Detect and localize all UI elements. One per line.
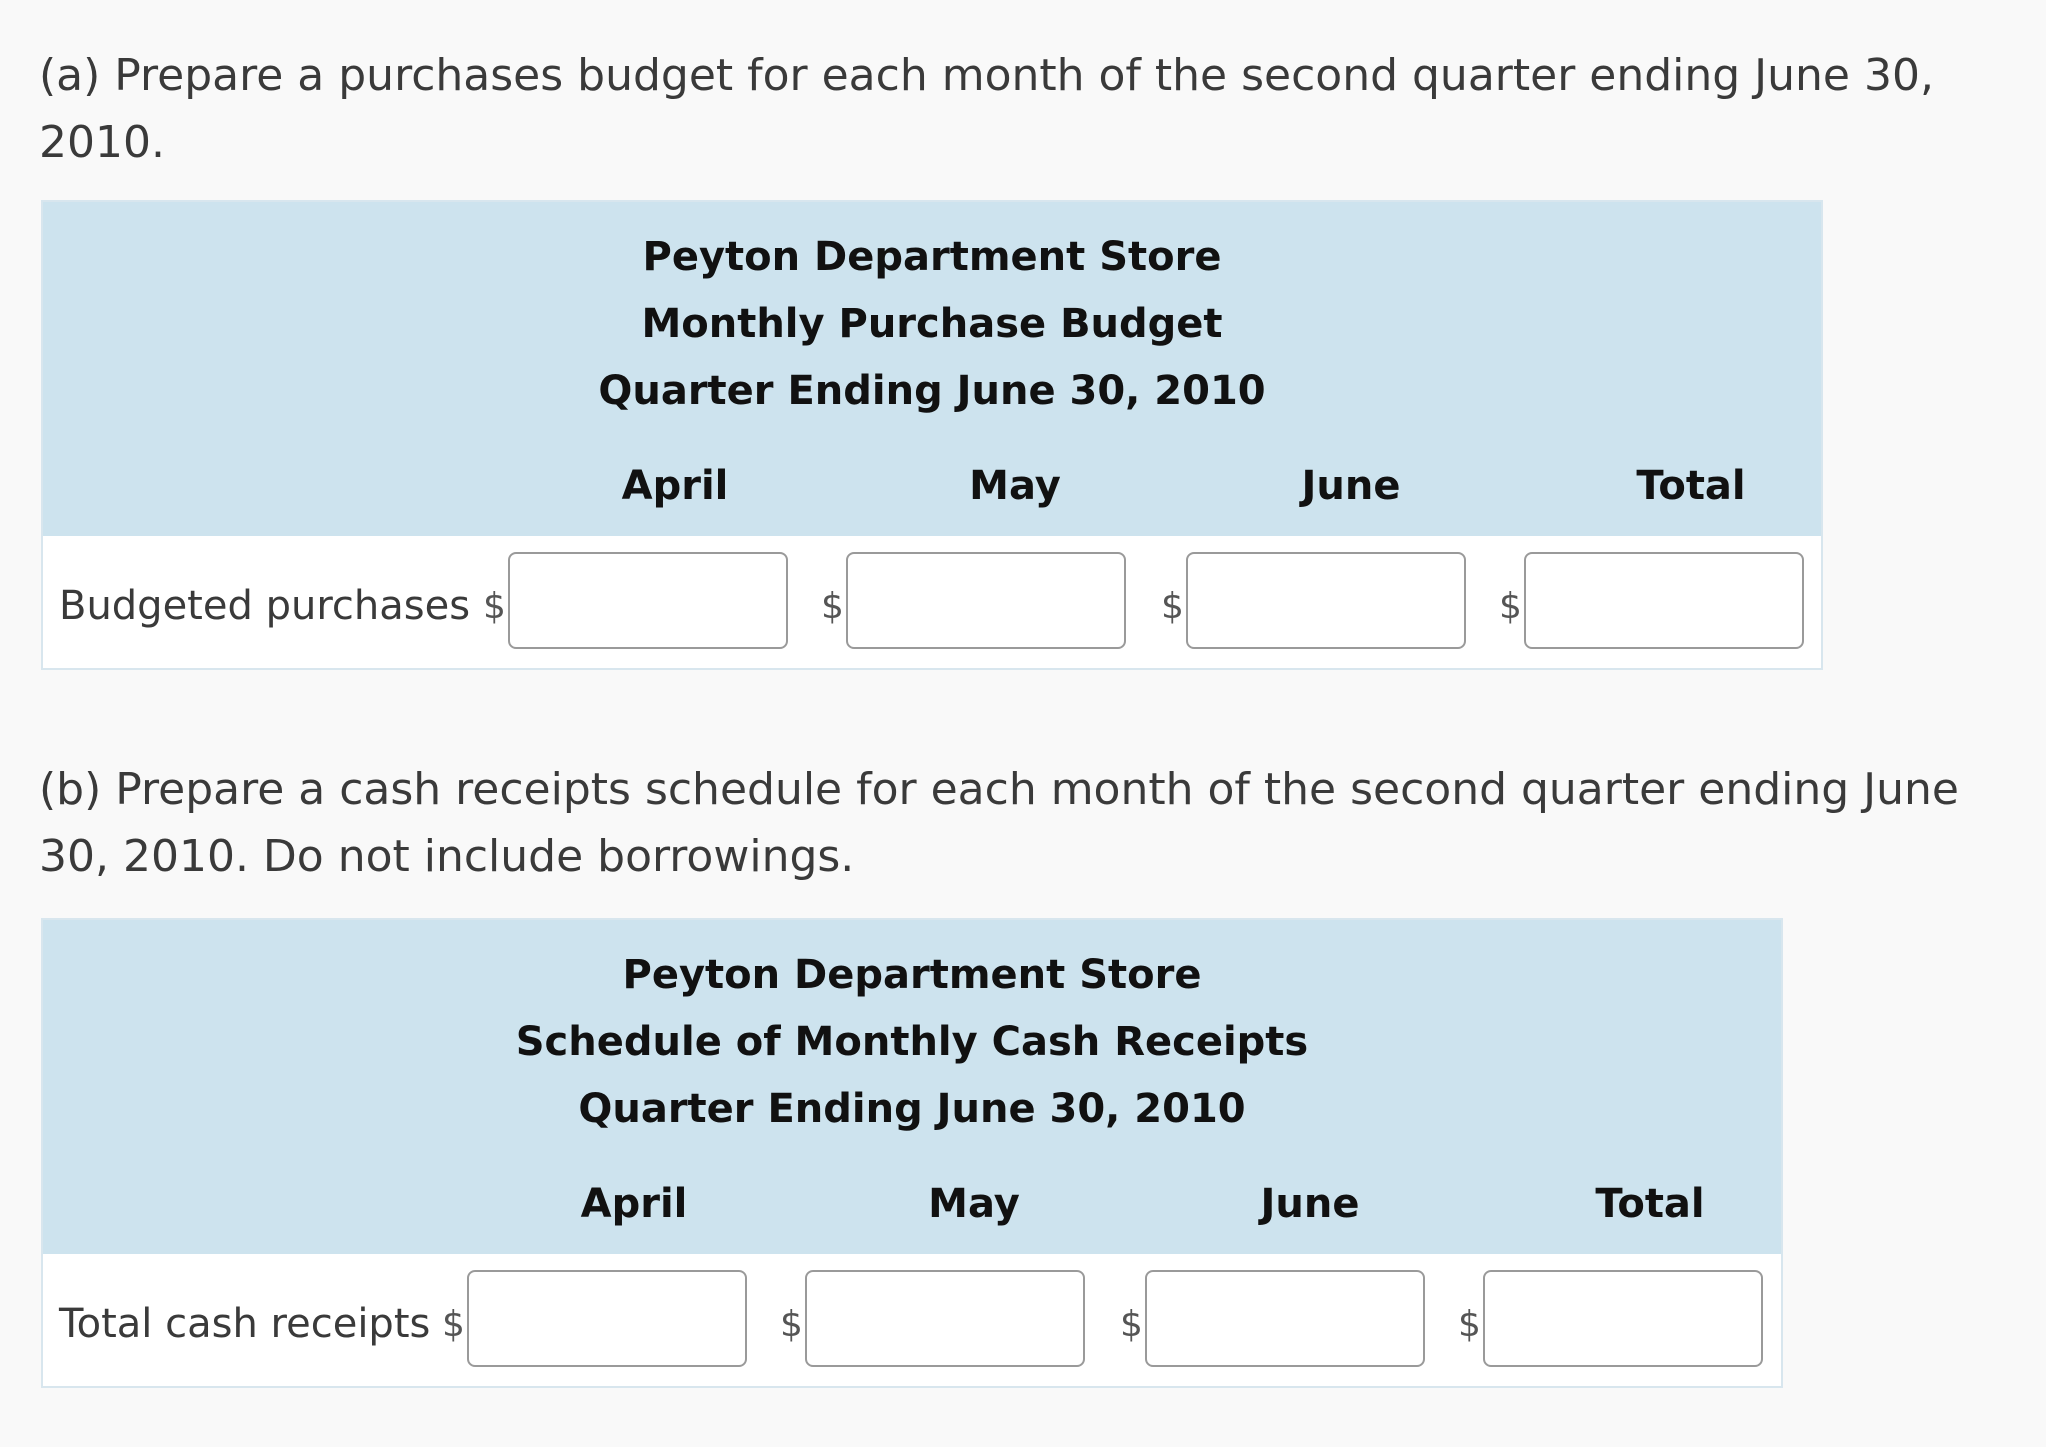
column-header-total: Total [1636, 463, 1746, 509]
dollar-sign: $ [1161, 586, 1184, 627]
column-header-total: Total [1595, 1181, 1705, 1227]
column-header-april: April [621, 463, 729, 509]
may-purchases-input[interactable] [846, 552, 1126, 649]
purchase-budget-panel: Peyton Department Store Monthly Purchase… [41, 200, 1823, 670]
purchase-budget-header: Peyton Department Store Monthly Purchase… [43, 202, 1821, 536]
total-receipts-input[interactable] [1483, 1270, 1763, 1367]
column-header-may: May [969, 463, 1061, 509]
column-header-may: May [928, 1181, 1020, 1227]
statement-period: Quarter Ending June 30, 2010 [578, 1086, 1246, 1132]
part-a-prompt: (a) Prepare a purchases budget for each … [39, 50, 1934, 168]
budgeted-purchases-row: Budgeted purchases $ $ $ $ [43, 536, 1821, 670]
dollar-sign: $ [780, 1304, 803, 1345]
column-header-april: April [580, 1181, 688, 1227]
company-name: Peyton Department Store [622, 952, 1202, 998]
cash-receipts-title-block: Peyton Department Store Schedule of Mont… [43, 942, 1781, 1143]
total-cash-receipts-row: Total cash receipts $ $ $ $ [43, 1254, 1781, 1388]
april-receipts-input[interactable] [467, 1270, 747, 1367]
total-purchases-input[interactable] [1524, 552, 1804, 649]
dollar-sign: $ [442, 1304, 465, 1345]
cash-receipts-header: Peyton Department Store Schedule of Mont… [43, 920, 1781, 1254]
dollar-sign: $ [821, 586, 844, 627]
dollar-sign: $ [483, 586, 506, 627]
column-header-june: June [1301, 463, 1401, 509]
dollar-sign: $ [1499, 586, 1522, 627]
april-purchases-input[interactable] [508, 552, 788, 649]
statement-title: Monthly Purchase Budget [641, 301, 1223, 347]
dollar-sign: $ [1120, 1304, 1143, 1345]
part-b-prompt: (b) Prepare a cash receipts schedule for… [39, 764, 1959, 882]
statement-title: Schedule of Monthly Cash Receipts [515, 1019, 1309, 1065]
june-purchases-input[interactable] [1186, 552, 1466, 649]
purchase-budget-title-block: Peyton Department Store Monthly Purchase… [43, 224, 1821, 425]
may-receipts-input[interactable] [805, 1270, 1085, 1367]
row-label: Total cash receipts [59, 1301, 431, 1347]
june-receipts-input[interactable] [1145, 1270, 1425, 1367]
cash-receipts-panel: Peyton Department Store Schedule of Mont… [41, 918, 1783, 1388]
statement-period: Quarter Ending June 30, 2010 [598, 368, 1266, 414]
column-header-june: June [1260, 1181, 1360, 1227]
row-label: Budgeted purchases [59, 583, 471, 629]
company-name: Peyton Department Store [642, 234, 1222, 280]
dollar-sign: $ [1458, 1304, 1481, 1345]
